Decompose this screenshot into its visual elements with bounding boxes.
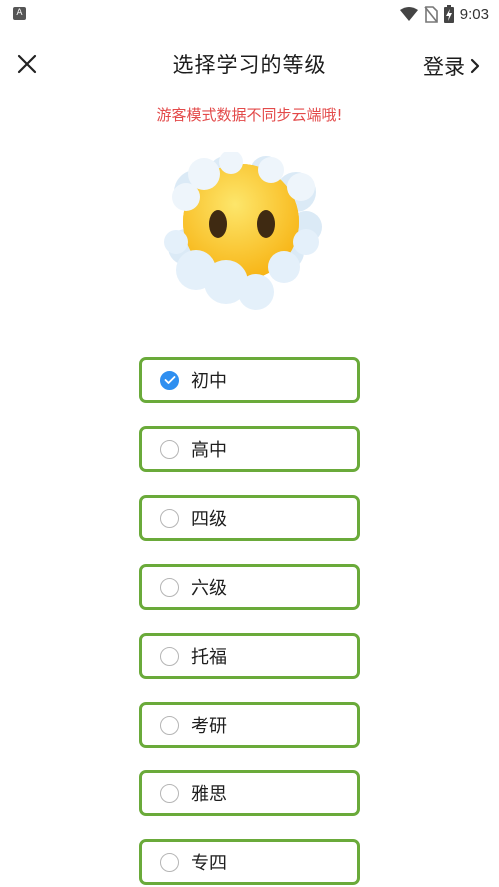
radio-unchecked-icon[interactable] <box>160 715 179 735</box>
radio-unchecked-icon[interactable] <box>160 646 179 666</box>
option-ielts[interactable]: 雅思 <box>139 770 360 816</box>
option-label: 托福 <box>191 647 227 668</box>
face-in-clouds-icon <box>164 150 322 310</box>
chevron-right-icon <box>470 58 480 74</box>
status-time: 9:03 <box>459 5 489 23</box>
battery-charging-icon <box>443 5 454 23</box>
login-label: 登录 <box>423 55 465 79</box>
option-label: 雅思 <box>191 784 227 805</box>
radio-checked-icon[interactable] <box>160 370 179 390</box>
radio-unchecked-icon[interactable] <box>160 508 179 528</box>
wifi-icon <box>399 6 418 21</box>
radio-unchecked-icon[interactable] <box>160 439 179 459</box>
guest-mode-notice: 游客模式数据不同步云端哦! <box>156 106 343 124</box>
option-label: 四级 <box>191 509 227 530</box>
option-tem4[interactable]: 专四 <box>139 839 360 885</box>
login-button[interactable]: 登录 <box>423 51 481 81</box>
face-in-clouds-illustration <box>156 150 326 317</box>
header: 选择学习的等级 登录 <box>0 45 499 85</box>
radio-unchecked-icon[interactable] <box>160 783 179 803</box>
option-cet4[interactable]: 四级 <box>139 495 360 541</box>
option-label: 考研 <box>191 716 227 737</box>
radio-unchecked-icon[interactable] <box>160 577 179 597</box>
no-sim-icon <box>424 5 438 23</box>
option-label: 高中 <box>191 440 227 461</box>
option-label: 六级 <box>191 578 227 599</box>
option-cet6[interactable]: 六级 <box>139 564 360 610</box>
option-label: 初中 <box>191 371 227 392</box>
option-toefl[interactable]: 托福 <box>139 633 360 679</box>
status-bar: A 9:03 <box>0 0 499 30</box>
option-senior-high[interactable]: 高中 <box>139 426 360 472</box>
option-junior-high[interactable]: 初中 <box>139 357 360 403</box>
option-postgraduate[interactable]: 考研 <box>139 702 360 748</box>
option-label: 专四 <box>191 853 227 874</box>
radio-unchecked-icon[interactable] <box>160 852 179 872</box>
status-right: 9:03 <box>399 5 489 23</box>
app-notification-icon: A <box>13 7 26 20</box>
